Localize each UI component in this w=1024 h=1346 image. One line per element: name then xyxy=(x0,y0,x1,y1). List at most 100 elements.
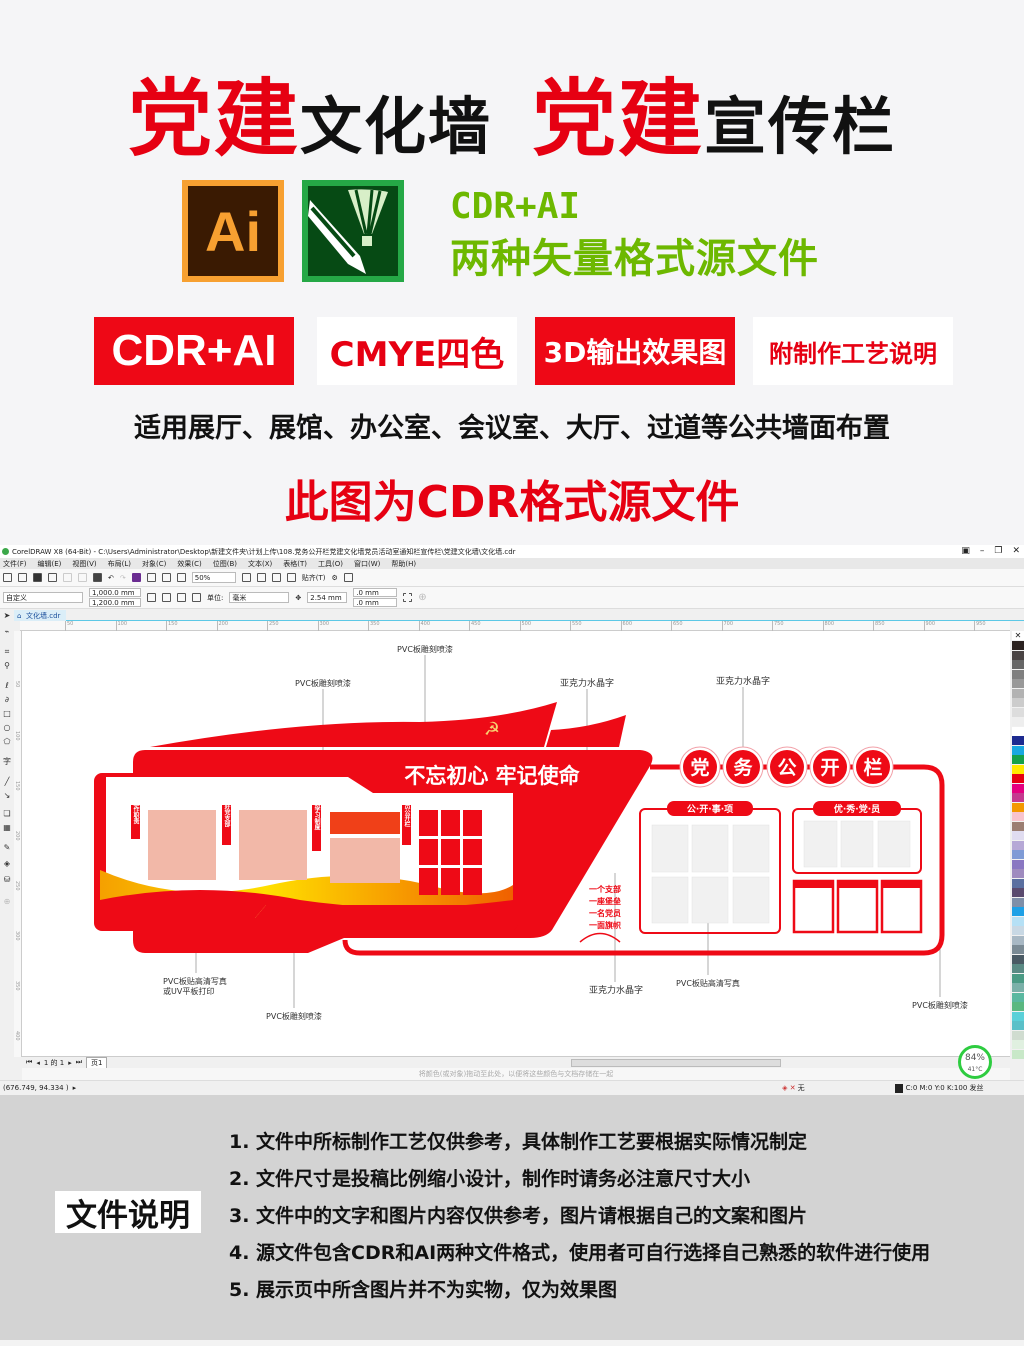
add-icon[interactable]: ⊕ xyxy=(418,592,426,603)
note-item: 2. 文件尺寸是投稿比例缩小设计，制作时请务必注意尺寸大小 xyxy=(229,1168,751,1190)
horizontal-scrollbar[interactable] xyxy=(571,1058,782,1067)
last-page-button[interactable]: ⏭ xyxy=(76,1058,82,1067)
guidelines-icon[interactable] xyxy=(286,573,296,582)
menu-tools[interactable]: 工具(O) xyxy=(318,559,343,569)
badge-craft-notes: 附制作工艺说明 xyxy=(753,317,953,385)
box1-title: 公·开·事·项 xyxy=(687,803,733,815)
label-body-bottom: PVC板雕刻喷漆 xyxy=(266,1011,322,1021)
portrait-icon[interactable] xyxy=(147,593,156,602)
prev-page-button[interactable]: ◂ xyxy=(36,1059,40,1067)
tab-document[interactable]: ⌂ 文化墙.cdr xyxy=(14,610,67,621)
illustrator-logo-icon: Ai xyxy=(182,180,284,282)
restore-button[interactable]: ❐ xyxy=(994,546,1002,556)
pen-balloon-icon xyxy=(308,189,388,274)
menu-bitmaps[interactable]: 位图(B) xyxy=(213,559,237,569)
units-select[interactable]: 毫米 xyxy=(229,592,290,603)
current-page-icon[interactable] xyxy=(192,593,201,602)
note-item: 1. 文件中所标制作工艺仅供参考，具体制作工艺要根据实际情况制定 xyxy=(229,1131,808,1153)
open-icon[interactable] xyxy=(18,573,27,582)
menu-edit[interactable]: 编辑(E) xyxy=(38,559,62,569)
document-tabs: ⌂ 文化墙.cdr xyxy=(0,609,1024,621)
new-icon[interactable] xyxy=(3,573,12,582)
minimize-button[interactable]: – xyxy=(980,546,985,556)
menu-window[interactable]: 窗口(W) xyxy=(354,559,380,569)
window-title: CorelDRAW X8 (64-Bit) - C:\Users\Adminis… xyxy=(12,547,516,556)
full-screen-icon[interactable] xyxy=(241,573,251,582)
motto: 一面旗帜 xyxy=(589,920,621,930)
page-preset-select[interactable]: 自定义 xyxy=(3,592,83,603)
source-note: 此图为CDR格式源文件 xyxy=(284,477,740,528)
all-pages-icon[interactable] xyxy=(177,593,186,602)
menu-file[interactable]: 文件(F) xyxy=(3,559,27,569)
label-slogan: 亚克力水晶字 xyxy=(560,677,614,689)
column-tab-label: 党员学习制度 xyxy=(313,793,320,831)
label-frame: PVC板雕刻喷漆 xyxy=(912,1000,968,1010)
save-icon[interactable] xyxy=(33,573,42,582)
menu-view[interactable]: 视图(V) xyxy=(72,559,96,569)
status-bar: (676.749, 94.334 ) ▸ ◈ ✕ 无 C:0 M:0 Y:0 K… xyxy=(0,1080,1024,1095)
label-panel-print-1: PVC板贴高清写真 xyxy=(163,976,227,986)
print-icon[interactable] xyxy=(48,573,57,582)
page-tab[interactable]: 页1 xyxy=(86,1056,108,1069)
menu-layout[interactable]: 布局(L) xyxy=(108,559,131,569)
label-mottos: 亚克力水晶字 xyxy=(589,984,643,996)
grid-icon[interactable] xyxy=(271,573,281,582)
formats-line-1: CDR+AI xyxy=(450,186,581,227)
treat-as-filled-icon[interactable] xyxy=(403,593,413,602)
page-width-input[interactable]: 1,000.0 mm xyxy=(89,588,141,597)
duplicate-x-input[interactable]: .0 mm xyxy=(353,588,398,597)
badge-3d-render: 3D输出效果图 xyxy=(535,317,735,385)
search-content-icon[interactable] xyxy=(131,573,141,582)
snap-to-dropdown[interactable]: 贴齐(T) xyxy=(302,573,326,583)
page-position: 1 的 1 xyxy=(43,1058,65,1067)
menu-object[interactable]: 对象(C) xyxy=(142,559,166,569)
label-body-top: PVC板雕刻喷漆 xyxy=(295,678,351,688)
photo-grid xyxy=(419,810,482,895)
menu-text[interactable]: 文本(X) xyxy=(248,559,272,569)
export-icon[interactable] xyxy=(161,573,171,582)
cpu-temp: 41°C xyxy=(967,1066,983,1073)
board-title-circles: 党 务 公 开 栏 xyxy=(679,746,894,788)
coreldraw-logo-icon xyxy=(302,180,404,282)
rulers-icon[interactable] xyxy=(256,573,266,582)
headline: 党建文化墙 党建宣传栏 xyxy=(0,52,1024,173)
copy-icon[interactable] xyxy=(78,573,87,582)
page-height-input[interactable]: 1,200.0 mm xyxy=(89,598,141,607)
duplicate-y-input[interactable]: .0 mm xyxy=(353,598,398,607)
menu-effects[interactable]: 效果(C) xyxy=(177,559,201,569)
status-expand-icon[interactable]: ▸ xyxy=(73,1084,77,1092)
label-panel-print-2: 或UV平板打印 xyxy=(163,986,214,996)
redo-icon[interactable]: ↷ xyxy=(120,574,126,582)
standard-toolbar: ↶ ↷ 50% 贴齐(T) ⚙ xyxy=(0,569,1024,587)
headline-red-2: 党建 xyxy=(532,70,705,168)
close-button[interactable]: ✕ xyxy=(1012,546,1020,556)
cloud-ornament xyxy=(579,932,621,943)
first-page-button[interactable]: ⏮ xyxy=(26,1058,32,1067)
home-icon: ⌂ xyxy=(17,611,22,620)
app-launcher-icon[interactable] xyxy=(343,573,353,582)
tab-document-label: 文化墙.cdr xyxy=(26,611,61,620)
pick-tool-icon[interactable]: ➤ xyxy=(2,611,12,621)
headline-red-1: 党建 xyxy=(127,70,300,168)
zoom-level-select[interactable]: 50% xyxy=(191,572,236,583)
cursor-coordinates: (676.749, 94.334 ) xyxy=(3,1084,69,1092)
menu-help[interactable]: 帮助(H) xyxy=(391,559,416,569)
landscape-icon[interactable] xyxy=(162,593,171,602)
publish-pdf-icon[interactable] xyxy=(176,573,186,582)
paste-icon[interactable] xyxy=(93,573,102,582)
note-item: 4. 源文件包含CDR和AI两种文件格式，使用者可自行选择自己熟悉的软件进行使用 xyxy=(229,1242,931,1264)
cut-icon[interactable] xyxy=(63,573,72,582)
motto: 一名党员 xyxy=(589,908,621,918)
menu-table[interactable]: 表格(T) xyxy=(283,559,307,569)
nudge-distance-input[interactable]: 2.54 mm xyxy=(307,592,348,603)
account-icon[interactable]: ▣ xyxy=(961,546,970,556)
next-page-button[interactable]: ▸ xyxy=(68,1059,72,1067)
red-frames xyxy=(792,879,923,934)
import-icon[interactable] xyxy=(146,573,156,582)
column-tab-label: 党员公开栏 xyxy=(403,796,410,828)
page-navigator: ⏮ ◂ 1 的 1 ▸ ⏭ 页1 xyxy=(22,1056,1010,1069)
undo-icon[interactable]: ↶ xyxy=(108,574,114,582)
slogan-text: 不忘初心 牢记使命 xyxy=(404,764,580,788)
document-palette-hint: 将颜色(或对象)拖动至此处，以便将这些颜色与文档存储在一起 xyxy=(22,1068,1010,1080)
options-gear-icon[interactable]: ⚙ xyxy=(332,574,338,582)
